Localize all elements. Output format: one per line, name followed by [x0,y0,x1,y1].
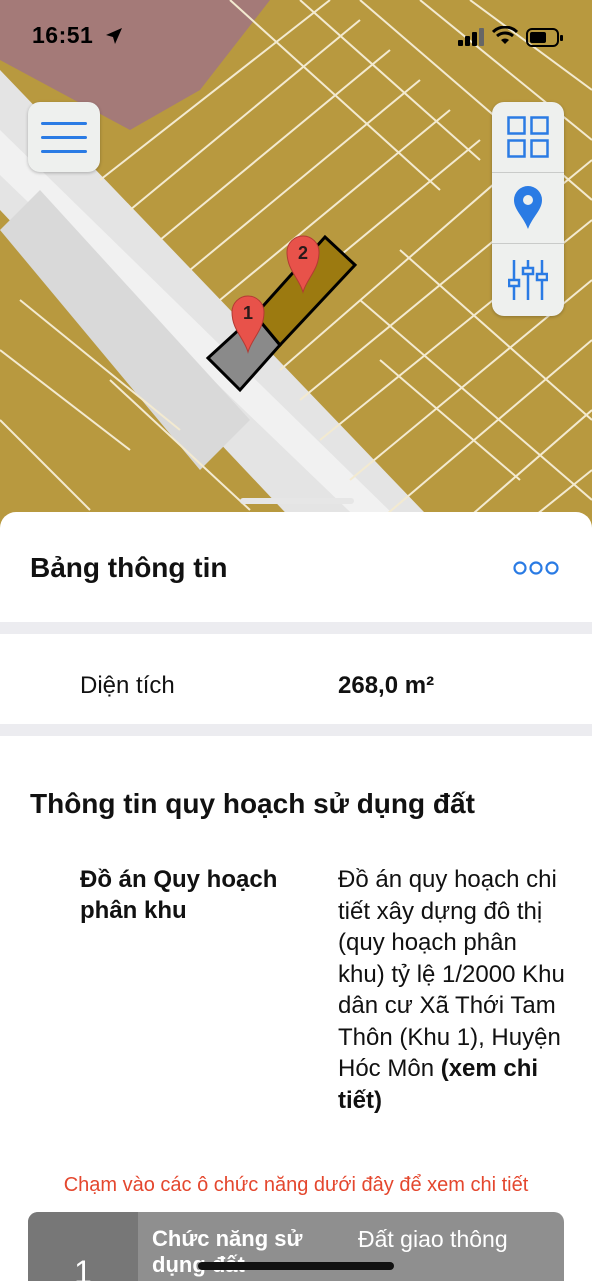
area-value: 268,0 m² [338,672,435,699]
status-bar: 16:51 [0,0,592,76]
grid-icon [507,116,549,158]
svg-text:2: 2 [298,243,308,263]
section-divider [0,622,592,634]
info-sheet: Bảng thông tin Diện tích 268,0 m² Thông … [0,512,592,1281]
location-arrow-icon [106,28,122,44]
menu-button[interactable] [28,102,100,172]
area-label: Diện tích [80,672,175,699]
map-controls [492,102,564,316]
function-label: Chức năng sử dụng đất [152,1226,303,1277]
plan-value: Đồ án quy hoạch chi tiết xây dựng đô thị… [338,864,568,1116]
function-value: Đất giao thông [358,1226,508,1252]
layers-button[interactable] [492,102,564,173]
my-location-button[interactable] [492,173,564,244]
function-number: 1 [28,1212,138,1281]
section-divider [0,724,592,736]
filter-button[interactable] [492,244,564,315]
wifi-icon [492,26,518,44]
status-time: 16:51 [32,22,94,48]
more-dots-icon[interactable] [512,558,560,578]
sheet-title: Bảng thông tin [30,552,228,583]
hint-text: Chạm vào các ô chức năng dưới đây để xem… [63,1174,529,1196]
location-pin-icon [514,186,542,229]
battery-icon [526,28,563,47]
plan-label: Đồ án Quy hoạch phân khu [80,866,278,924]
planning-section-title: Thông tin quy hoạch sử dụng đất [30,788,475,819]
plan-description: Đồ án quy hoạch chi tiết xây dựng đô thị… [338,866,565,1082]
land-use-function-card[interactable]: 1 Chức năng sử dụng đất Đất giao thông [28,1212,564,1281]
home-indicator[interactable] [198,1262,394,1270]
sliders-icon [508,259,548,300]
sheet-drag-handle[interactable] [240,498,354,504]
hamburger-icon [41,122,87,153]
svg-text:1: 1 [243,303,253,323]
cellular-signal-icon [458,28,484,46]
